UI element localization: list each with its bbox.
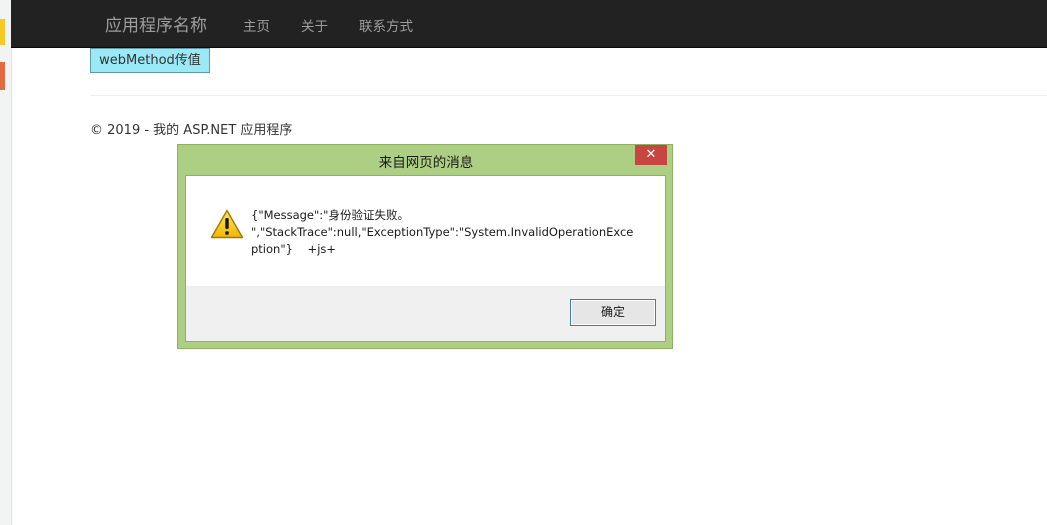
orange-tab-marker xyxy=(0,62,5,90)
webmethod-button[interactable]: webMethod传值 xyxy=(90,48,210,73)
dialog-message: {"Message":"身份验证失败。 ","StackTrace":null,… xyxy=(251,207,641,258)
dialog-button-area: 确定 xyxy=(186,286,665,341)
browser-page: 应用程序名称 主页 关于 联系方式 webMethod传值 © 2019 - 我… xyxy=(0,0,1047,525)
dialog-body: {"Message":"身份验证失败。 ","StackTrace":null,… xyxy=(185,175,666,342)
message-line: {"Message":"身份验证失败。 xyxy=(251,208,409,222)
app-brand-link[interactable]: 应用程序名称 xyxy=(105,11,207,36)
alert-dialog: 来自网页的消息 ✕ {"Message":"身份验证失败。 ","StackTr… xyxy=(177,144,673,349)
ok-button[interactable]: 确定 xyxy=(570,299,656,326)
footer-copyright: © 2019 - 我的 ASP.NET 应用程序 xyxy=(90,123,293,138)
top-navbar: 应用程序名称 主页 关于 联系方式 xyxy=(11,0,1047,48)
left-edge-strip xyxy=(0,0,12,525)
close-button[interactable]: ✕ xyxy=(635,145,667,165)
message-line: ption"} +js+ xyxy=(251,242,337,256)
warning-icon xyxy=(210,209,244,239)
dialog-title: 来自网页的消息 xyxy=(378,155,474,171)
yellow-tab-marker xyxy=(0,19,5,45)
message-line: ","StackTrace":null,"ExceptionType":"Sys… xyxy=(251,225,634,239)
nav-link-contact[interactable]: 联系方式 xyxy=(359,15,413,35)
nav-link-about[interactable]: 关于 xyxy=(301,15,328,35)
footer-divider xyxy=(90,95,1047,96)
nav-link-home[interactable]: 主页 xyxy=(243,15,270,35)
